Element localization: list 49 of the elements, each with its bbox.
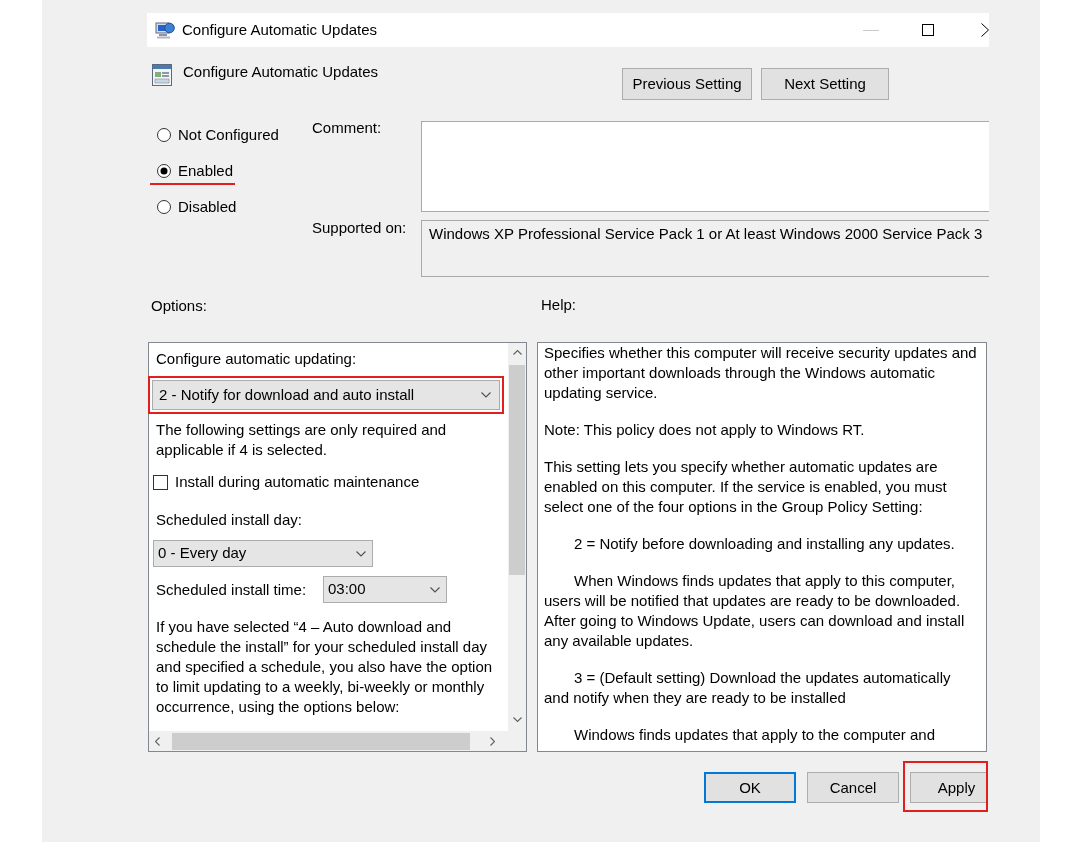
help-paragraph: Specifies whether this computer will receive security updates and other important downloads through the Windows automatic updating service. [544,343,977,403]
radio-option[interactable]: Disabled [157,197,237,217]
install-day-dropdown[interactable]: 0 - Every day [153,540,373,567]
help-paragraph: Note: This policy does not apply to Windows RT. [544,420,866,440]
supported-on-label: Supported on: [312,218,408,238]
radio-option[interactable]: Enabled [157,161,234,181]
chevron-down-icon [430,586,440,593]
schedule-note-text: If you have selected “4 – Auto download and schedule the install” for your scheduled install day and specified a schedule, you also have the option to limit updating to a weekly, bi-weekly or monthly occurrence, using the options below: [156,617,494,717]
radio-icon[interactable] [157,164,171,178]
computer-icon [155,21,175,39]
window-title: Configure Automatic Updates [182,20,378,40]
chevron-right-icon[interactable] [490,736,495,746]
scrollbar-thumb[interactable] [509,365,525,575]
help-paragraph: When Windows finds updates that apply to this computer, users will be notified that updates are ready to be downloaded. After going to Windows Update, users can download and install any available updates. [544,571,966,651]
chevron-down-icon [356,550,366,557]
field-label: Scheduled install day: [156,510,302,530]
supported-on-text: Windows XP Professional Service Pack 1 or At least Windows 2000 Service Pack 3 [421,220,989,277]
help-label: Help: [541,295,577,315]
chevron-left-icon[interactable] [155,736,160,746]
maximize-icon[interactable] [922,24,934,36]
radio-icon[interactable] [157,128,171,142]
next-setting-button[interactable]: Next Setting [761,68,889,100]
options-label: Options: [151,297,207,314]
chevron-down-icon[interactable] [512,717,522,722]
comment-field[interactable] [421,121,989,212]
dialog-button[interactable]: Apply [910,772,987,803]
settings-window-icon [152,64,172,86]
checkbox-icon[interactable] [153,474,168,490]
help-paragraph: 2 = Notify before downloading and installing any updates. [573,534,956,554]
close-icon[interactable] [981,23,989,37]
scrollbar-thumb[interactable] [172,732,470,750]
previous-setting-button[interactable]: Previous Setting [622,68,752,100]
chevron-up-icon[interactable] [512,350,522,355]
dialog-button[interactable]: OK [704,772,796,803]
radio-icon[interactable] [157,200,171,214]
chevron-down-icon [481,392,491,398]
help-paragraph: Windows finds updates that apply to the computer and [573,725,937,745]
help-paragraph: This setting lets you specify whether automatic updates are enabled on this computer. If the service is enabled, you must select one of the four options in the Group Policy Setting: [544,457,948,517]
field-label: Configure automatic updating: [156,349,357,369]
note-text: The following settings are only required and applicable if 4 is selected. [156,420,448,460]
comment-label: Comment: [312,118,383,138]
checkbox-option[interactable]: Install during automatic maintenance [153,472,420,492]
install-time-dropdown[interactable]: 03:00 [323,576,447,603]
dialog-button[interactable]: Cancel [807,772,899,803]
radio-option[interactable]: Not Configured [157,125,279,145]
field-label: Scheduled install time: [156,579,308,600]
update-mode-dropdown[interactable]: 2 - Notify for download and auto install [152,380,500,410]
setting-title: Configure Automatic Updates [183,62,379,82]
help-paragraph: 3 = (Default setting) Download the updates automatically and notify when they are ready to be installed [544,668,952,708]
